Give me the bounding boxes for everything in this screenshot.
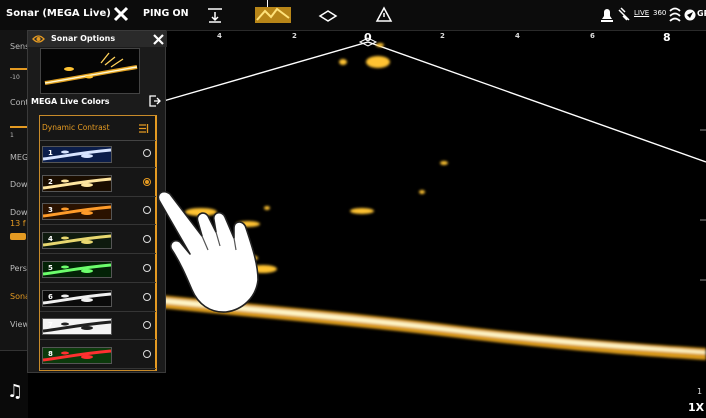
palette-option-2[interactable]: 2 (40, 169, 156, 197)
top-indicator (267, 0, 268, 7)
dynamic-contrast-header[interactable]: Dynamic Contrast (40, 116, 156, 141)
ping-toggle[interactable]: PING ON (143, 8, 189, 19)
palette-number: 3 (48, 206, 53, 215)
download-icon[interactable] (207, 6, 223, 24)
palette-swatch: 1 (42, 146, 112, 163)
side-menu-item[interactable]: Dow (10, 208, 28, 217)
sensitivity-slider[interactable] (10, 68, 28, 70)
palette-list: Dynamic Contrast 1 2 3 4 5 6 7 8 (39, 115, 157, 371)
panel-title: Sonar Options (51, 34, 116, 43)
menu-icon[interactable] (139, 124, 149, 133)
360-icon: 360 (653, 9, 667, 17)
sonar-cone (159, 41, 706, 163)
scale-label: 8 (663, 31, 671, 44)
gps-label: GP (697, 9, 706, 18)
palette-number: 1 (48, 149, 53, 157)
palette-swatch: 3 (42, 203, 112, 221)
palette-number: 6 (48, 292, 53, 301)
zoom-level[interactable]: 1X (688, 401, 704, 414)
view-title[interactable]: Sonar (MEGA Live) (6, 8, 111, 19)
contrast-slider[interactable] (10, 126, 28, 128)
live-icon: LIVE (634, 9, 650, 17)
palette-number: 8 (48, 349, 53, 358)
range-ticks (700, 129, 706, 281)
palette-swatch: 8 (42, 346, 112, 364)
palette-number: 2 (48, 177, 53, 186)
palette-swatch: 7 (42, 318, 112, 336)
panel-header: Sonar Options (28, 31, 167, 47)
scale-label-center: 0 (364, 31, 372, 44)
cone-view-icon[interactable] (318, 6, 338, 24)
close-view-icon[interactable] (112, 5, 130, 23)
palette-option-1[interactable]: 1 (40, 140, 156, 168)
palette-number: 4 (48, 235, 53, 244)
palette-icon[interactable] (255, 6, 291, 24)
exit-icon[interactable] (149, 95, 161, 107)
palette-number: 7 (48, 321, 53, 330)
palette-number: 5 (48, 263, 53, 272)
palette-radio[interactable] (143, 321, 151, 330)
palette-swatch: 6 (42, 289, 112, 307)
range-label: 1 (697, 387, 703, 396)
side-menu-item[interactable]: Pers (10, 264, 27, 273)
palette-swatch: 2 (42, 174, 112, 192)
side-menu-value: -10 (10, 74, 20, 81)
sonar-icon (669, 7, 681, 22)
palette-swatch: 5 (42, 260, 112, 278)
scale-label: 2 (440, 32, 445, 40)
pointing-hand-icon (157, 190, 259, 313)
audio-box: ♫ (0, 350, 28, 418)
side-menu-value: 13 f (10, 219, 26, 228)
scale-label: 4 (217, 32, 222, 40)
tilt-icon (618, 7, 630, 21)
music-icon[interactable]: ♫ (7, 381, 23, 402)
dynamic-contrast-label: Dynamic Contrast (42, 123, 110, 132)
close-icon[interactable] (153, 34, 164, 45)
sonar-options-panel: Sonar Options MEGA Live Colors Dynamic C… (27, 30, 167, 373)
scale-label: 6 (590, 32, 595, 40)
color-preview (40, 48, 140, 94)
side-menu-item[interactable]: Dow (10, 180, 28, 189)
palette-option-5[interactable]: 5 (40, 255, 156, 283)
side-menu-item[interactable]: MEG (10, 153, 28, 162)
top-bar: Sonar (MEGA Live) PING ON LIVE 360 G (0, 0, 706, 31)
gps-icon (684, 9, 696, 21)
palette-option-7[interactable]: 7 (40, 312, 156, 341)
bell-icon (601, 9, 613, 22)
palette-option-3[interactable]: 3 (40, 197, 156, 226)
palette-swatch: 4 (42, 232, 112, 250)
colors-title: MEGA Live Colors (31, 97, 110, 106)
warning-icon[interactable] (375, 6, 393, 24)
depth-icon (10, 233, 26, 240)
side-menu-item[interactable]: Cont (10, 98, 29, 107)
side-menu-value: 1 (10, 132, 14, 139)
palette-option-8[interactable]: 8 (40, 341, 156, 369)
scale-label: 2 (292, 32, 297, 40)
palette-radio[interactable] (143, 349, 151, 358)
eye-icon (32, 35, 45, 43)
scale-label: 4 (515, 32, 520, 40)
palette-radio[interactable] (143, 149, 151, 157)
palette-option-4[interactable]: 4 (40, 226, 156, 255)
palette-option-6[interactable]: 6 (40, 284, 156, 312)
